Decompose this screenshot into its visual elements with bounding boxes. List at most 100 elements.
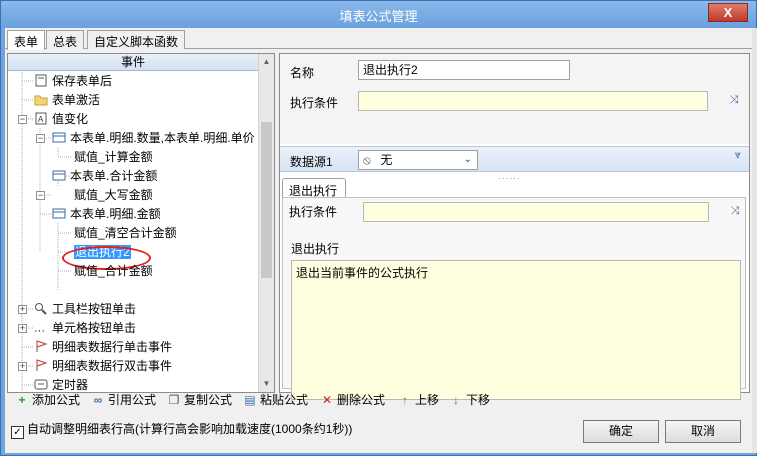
tree-item-detail-row-dblclick[interactable]: 明细表数据行双击事件 bbox=[34, 357, 172, 376]
add-formula-button[interactable]: + 添加公式 bbox=[15, 390, 80, 410]
ref-formula-button[interactable]: ∞ 引用公式 bbox=[91, 390, 156, 410]
tree-item-label: 本表单.合计金额 bbox=[70, 169, 158, 183]
tree-item-label: 赋值_合计金额 bbox=[74, 264, 153, 278]
sub-condition-input[interactable] bbox=[363, 202, 709, 222]
folder-icon bbox=[34, 93, 48, 106]
function-editor-icon[interactable]: ⤨ bbox=[726, 94, 742, 108]
copy-icon: ❐ bbox=[168, 393, 180, 407]
expand-toggle[interactable]: + bbox=[18, 362, 27, 371]
delete-formula-label: 删除公式 bbox=[337, 393, 386, 407]
name-label: 名称 bbox=[290, 66, 315, 80]
checkbox-checked-icon[interactable]: ✓ bbox=[11, 426, 24, 439]
tree-item-label: 赋值_清空合计金额 bbox=[74, 226, 177, 240]
delete-icon: ✕ bbox=[321, 393, 333, 407]
tree-item-label: 赋值_计算金额 bbox=[74, 150, 153, 164]
condition-input[interactable] bbox=[358, 91, 708, 111]
table-icon bbox=[52, 207, 66, 220]
tree-item-label: 赋值_大写金额 bbox=[74, 188, 153, 202]
datasource-select[interactable]: ⦸ 无 ⌄ bbox=[358, 150, 478, 170]
tree-item-label: 表单激活 bbox=[52, 93, 101, 107]
auto-row-height-option[interactable]: ✓ 自动调整明细表行高(计算行高会影响加载速度(1000条约1秒)) bbox=[11, 422, 352, 439]
tab-summary[interactable]: 总表 bbox=[46, 30, 85, 49]
svg-text:A: A bbox=[38, 115, 44, 124]
tree-item-label: 值变化 bbox=[52, 112, 89, 126]
tree-item-total-amount[interactable]: 本表单.合计金额 bbox=[52, 167, 157, 186]
event-tree: 保存表单后 表单激活 − A 值变化 − 本表单.明细.数量,本表单.明细.单价 … bbox=[8, 72, 258, 392]
formula-detail-panel: 名称 退出执行2 执行条件 ⤨ 数据源1 ⦸ 无 ⌄ ⩔ ...... 退出执行… bbox=[279, 53, 750, 400]
tree-item-label: 本表单.明细.数量,本表单.明细.单价 bbox=[70, 131, 255, 145]
splitter-grip[interactable]: ...... bbox=[498, 171, 521, 182]
toolbar-icon bbox=[34, 302, 48, 315]
tab-form[interactable]: 表单 bbox=[7, 30, 46, 50]
tree-item-assign-calc-amount[interactable]: 赋值_计算金额 bbox=[74, 148, 153, 167]
double-chevron-down-icon[interactable]: ⩔ bbox=[735, 149, 741, 162]
tab-custom-script[interactable]: 自定义脚本函数 bbox=[87, 30, 186, 49]
move-down-label: 下移 bbox=[466, 393, 491, 407]
tree-item-form-activate[interactable]: 表单激活 bbox=[34, 91, 100, 110]
no-entry-icon: ⦸ bbox=[363, 153, 371, 167]
tree-item-assign-uppercase-amount[interactable]: 赋值_大写金额 bbox=[74, 186, 153, 205]
tree-scrollbar[interactable]: ▲ ▼ bbox=[258, 54, 274, 392]
tab-exit-execution[interactable]: 退出执行 bbox=[282, 178, 346, 198]
tree-item-label: 本表单.明细.金额 bbox=[70, 207, 161, 221]
tree-item-assign-clear-total[interactable]: 赋值_清空合计金额 bbox=[74, 224, 177, 243]
sub-condition-label: 执行条件 bbox=[289, 205, 338, 219]
tree-item-assign-total[interactable]: 赋值_合计金额 bbox=[74, 262, 153, 281]
collapse-toggle[interactable]: − bbox=[18, 115, 27, 124]
copy-formula-button[interactable]: ❐ 复制公式 bbox=[167, 390, 232, 410]
function-editor-icon[interactable]: ⤨ bbox=[727, 205, 743, 219]
name-input[interactable]: 退出执行2 bbox=[358, 60, 570, 80]
tree-item-save-after[interactable]: 保存表单后 bbox=[34, 72, 112, 91]
condition-label: 执行条件 bbox=[290, 96, 339, 110]
collapse-toggle[interactable]: − bbox=[36, 134, 45, 143]
chevron-down-icon: ⌄ bbox=[463, 154, 472, 165]
tree-item-detail-qty-price[interactable]: 本表单.明细.数量,本表单.明细.单价 bbox=[52, 129, 255, 148]
copy-formula-label: 复制公式 bbox=[184, 393, 233, 407]
move-down-button[interactable]: ↓ 下移 bbox=[449, 390, 490, 410]
tree-item-value-change[interactable]: A 值变化 bbox=[34, 110, 88, 129]
move-up-label: 上移 bbox=[415, 393, 440, 407]
scroll-thumb[interactable] bbox=[261, 122, 272, 278]
close-button[interactable]: X bbox=[708, 3, 748, 22]
tree-item-toolbar-click[interactable]: 工具栏按钮单击 bbox=[34, 300, 136, 319]
tree-item-label: 工具栏按钮单击 bbox=[52, 302, 137, 316]
delete-formula-button[interactable]: ✕ 删除公式 bbox=[320, 390, 385, 410]
tree-item-detail-row-click[interactable]: 明细表数据行单击事件 bbox=[34, 338, 172, 357]
event-tree-header: 事件 bbox=[8, 54, 258, 71]
expand-toggle[interactable]: + bbox=[18, 305, 27, 314]
save-doc-icon bbox=[34, 74, 48, 87]
title-bar[interactable]: 填表公式管理 X bbox=[1, 1, 756, 28]
paste-formula-button[interactable]: ▤ 粘贴公式 bbox=[243, 390, 308, 410]
table-icon bbox=[52, 169, 66, 182]
tree-item-label: 明细表数据行单击事件 bbox=[52, 340, 173, 354]
flag-icon bbox=[34, 359, 48, 372]
dialog-window: 填表公式管理 X 表单 总表 自定义脚本函数 事件 保存表单后 表单激活 − A… bbox=[0, 0, 757, 456]
formula-toolbar: + 添加公式 ∞ 引用公式 ❐ 复制公式 ▤ 粘贴公式 ✕ 删除公式 ↑ 上移 ↓ 下移 bbox=[9, 390, 749, 410]
ok-button[interactable]: 确定 bbox=[583, 420, 659, 443]
cancel-button[interactable]: 取消 bbox=[665, 420, 741, 443]
auto-row-height-label: 自动调整明细表行高(计算行高会影响加载速度(1000条约1秒)) bbox=[27, 422, 353, 436]
dialog-client: 表单 总表 自定义脚本函数 事件 保存表单后 表单激活 − A 值变化 − 本表… bbox=[5, 28, 752, 453]
value-change-icon: A bbox=[34, 112, 48, 125]
exit-execution-area: 执行条件 ⤨ 退出执行 退出当前事件的公式执行 bbox=[282, 197, 746, 400]
expand-toggle[interactable]: + bbox=[18, 324, 27, 333]
collapse-toggle[interactable]: − bbox=[36, 191, 45, 200]
window-edge bbox=[752, 28, 757, 453]
tree-item-label: 明细表数据行双击事件 bbox=[52, 359, 173, 373]
exit-description-box[interactable]: 退出当前事件的公式执行 bbox=[291, 260, 741, 400]
ellipsis-icon: ··· bbox=[34, 325, 45, 337]
arrow-down-icon: ↓ bbox=[453, 393, 459, 407]
link-icon: ∞ bbox=[93, 393, 103, 407]
event-tree-panel: 事件 保存表单后 表单激活 − A 值变化 − 本表单.明细.数量,本表单.明细… bbox=[7, 53, 275, 393]
move-up-button[interactable]: ↑ 上移 bbox=[398, 390, 439, 410]
tree-item-detail-amount[interactable]: 本表单.明细.金额 bbox=[52, 205, 161, 224]
tree-item-label: 单元格按钮单击 bbox=[52, 321, 137, 335]
scroll-up-icon[interactable]: ▲ bbox=[259, 54, 274, 70]
tree-item-cell-button-click[interactable]: ··· 单元格按钮单击 bbox=[34, 319, 136, 338]
paste-formula-label: 粘贴公式 bbox=[260, 393, 309, 407]
datasource-label: 数据源1 bbox=[290, 155, 333, 169]
paste-icon: ▤ bbox=[244, 393, 256, 407]
datasource-bar: 数据源1 ⦸ 无 ⌄ ⩔ bbox=[280, 146, 749, 172]
tab-bar: 表单 总表 自定义脚本函数 bbox=[5, 30, 752, 50]
formula-header-area: 名称 退出执行2 执行条件 ⤨ bbox=[280, 54, 749, 144]
